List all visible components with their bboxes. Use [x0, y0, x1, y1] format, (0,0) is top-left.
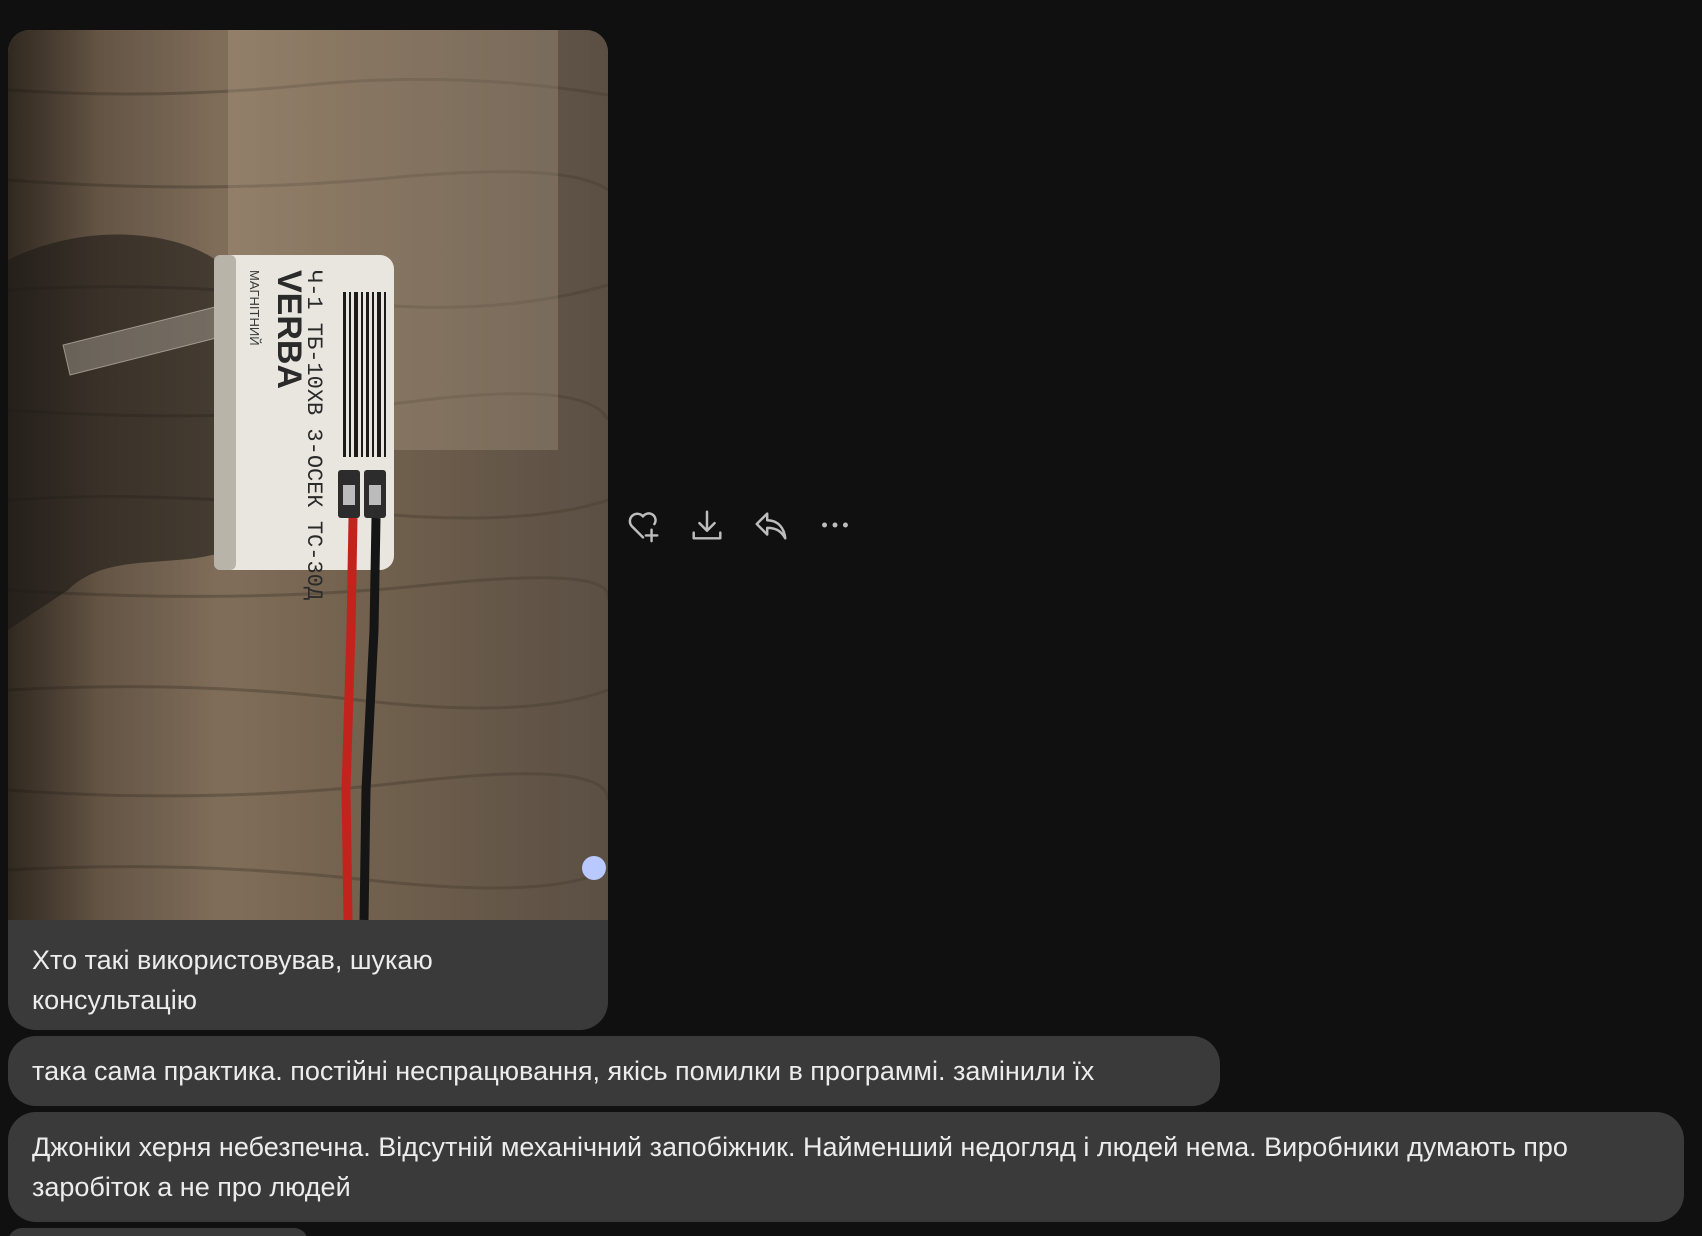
- message-text: Джоніки херня небезпечна. Відсутній меха…: [8, 1112, 1684, 1222]
- device-label-brand: VERBA: [270, 270, 308, 389]
- heart-plus-icon: [628, 512, 659, 543]
- photo-caption: Хто такі використовував, шукаю консульта…: [8, 920, 608, 1030]
- unread-indicator: [582, 856, 606, 880]
- device-label-subtitle: МАГНІТНИЙ: [247, 270, 262, 346]
- message-photo[interactable]: Ч-1 ТБ-10ХВ 3-ОСЕК ТС-30Д VERBA МАГНІТНИ…: [8, 30, 608, 920]
- chat-view: Ч-1 ТБ-10ХВ 3-ОСЕК ТС-30Д VERBA МАГНІТНИ…: [0, 0, 1702, 1236]
- more-button[interactable]: [814, 504, 856, 546]
- device-photo: Ч-1 ТБ-10ХВ 3-ОСЕК ТС-30Д VERBA МАГНІТНИ…: [8, 30, 608, 920]
- message-actions: [622, 504, 856, 546]
- download-icon: [692, 510, 722, 540]
- reply-icon: [755, 512, 787, 540]
- react-button[interactable]: [622, 504, 664, 546]
- message-text: така сама практика. постійні неспрацюван…: [8, 1036, 1220, 1106]
- message-partial: [8, 1228, 308, 1236]
- download-button[interactable]: [686, 504, 728, 546]
- more-icon: [822, 522, 848, 528]
- reply-button[interactable]: [750, 504, 792, 546]
